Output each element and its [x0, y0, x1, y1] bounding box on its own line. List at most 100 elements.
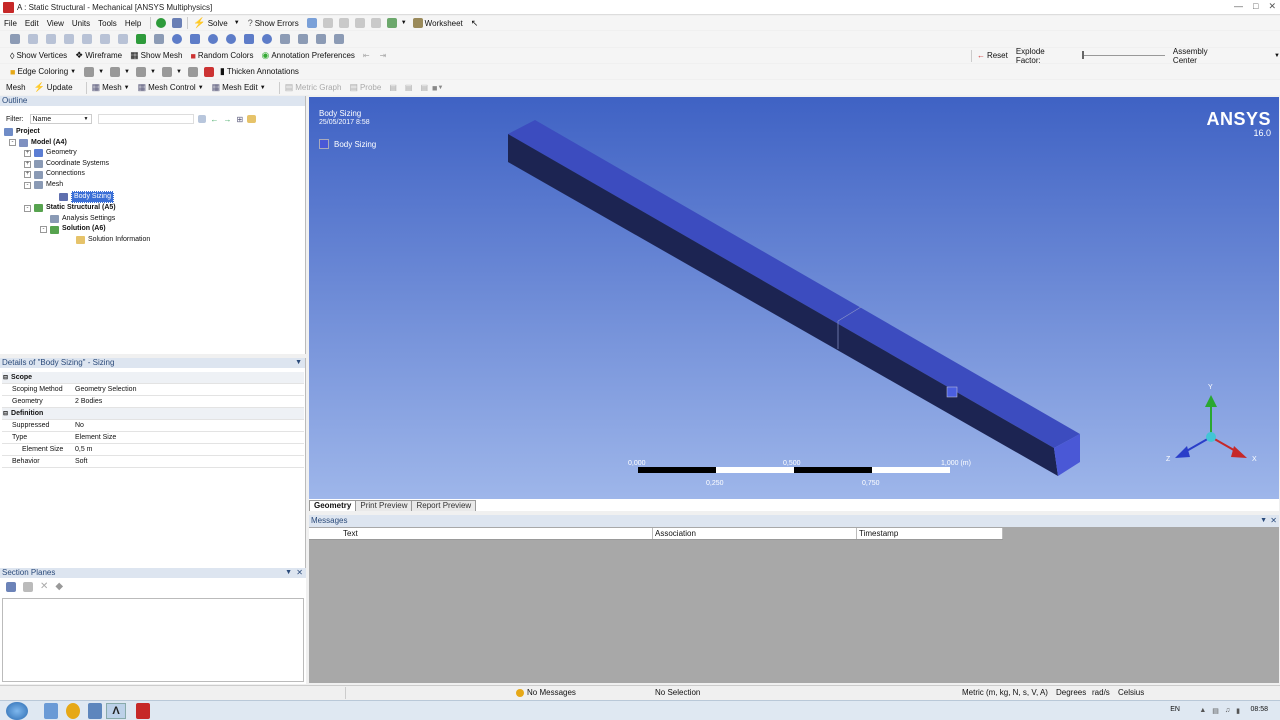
battery-icon[interactable]: ▮	[1236, 707, 1240, 715]
zoom-fit-icon[interactable]	[244, 34, 254, 44]
network-icon[interactable]: ▤	[1212, 707, 1219, 715]
extend-select-icon[interactable]	[118, 34, 128, 44]
worksheet-button[interactable]: Worksheet	[412, 18, 463, 28]
node-select-icon[interactable]	[100, 34, 110, 44]
menu-tools[interactable]: Tools	[98, 19, 117, 28]
chevron-down-icon[interactable]: ▼	[176, 69, 182, 75]
rotate-icon[interactable]	[172, 34, 182, 44]
status-angular-velocity-units[interactable]: rad/s	[1092, 688, 1110, 697]
reset-button[interactable]: ← Reset	[977, 51, 1008, 60]
wireframe-button[interactable]: ❖ Wireframe	[75, 50, 122, 61]
column-association[interactable]: Association	[653, 528, 857, 539]
clock[interactable]: 08:58	[1250, 706, 1268, 713]
pin-icon[interactable]: ▼	[1260, 515, 1267, 527]
viewports-icon[interactable]	[334, 34, 344, 44]
tree-node-mesh[interactable]: - Mesh	[4, 180, 150, 191]
status-messages[interactable]: No Messages	[516, 688, 576, 697]
status-units[interactable]: Metric (m, kg, N, s, V, A)	[962, 688, 1048, 697]
menu-view[interactable]: View	[47, 19, 64, 28]
solve-button[interactable]: ⚡ Solve ▼	[193, 18, 239, 29]
show-vertices-button[interactable]: ◊ Show Vertices	[10, 51, 67, 61]
graphics-viewport[interactable]: Body Sizing 25/05/2017 8:58 Body Sizing …	[309, 97, 1279, 499]
new-section-icon[interactable]	[6, 582, 16, 592]
ansys-taskbar-icon[interactable]: Λ	[106, 702, 126, 719]
start-icon[interactable]	[6, 701, 28, 720]
workbench-icon[interactable]	[88, 702, 102, 719]
update-button[interactable]: ⚡ Update	[34, 82, 73, 93]
menu-file[interactable]: File	[4, 19, 17, 28]
tree-node-connections[interactable]: + Connections	[4, 169, 150, 180]
details-row-type[interactable]: Type Element Size	[2, 432, 304, 444]
expand-icon[interactable]: +	[24, 149, 31, 157]
details-section-definition[interactable]: ⊟ Definition	[2, 408, 304, 420]
collapse-icon[interactable]: -	[24, 181, 31, 189]
collapse-icon[interactable]: -	[40, 226, 47, 234]
select-dropdown-icon[interactable]	[154, 34, 164, 44]
mesh-dropdown[interactable]: ▦ Mesh ▼	[92, 82, 130, 93]
zoom-icon[interactable]	[208, 34, 218, 44]
probe-option2-icon[interactable]: ▤	[405, 83, 413, 92]
filter-select[interactable]: Name ▼	[29, 114, 92, 124]
edit-section-icon[interactable]	[23, 582, 33, 592]
details-row-scoping-method[interactable]: Scoping Method Geometry Selection	[2, 384, 304, 396]
tree-icon[interactable]	[172, 18, 183, 28]
expand-icon[interactable]: +	[24, 171, 31, 179]
minimize-icon[interactable]: —	[1234, 1, 1243, 12]
tree-node-geometry[interactable]: + Geometry	[4, 148, 150, 159]
chrome-icon[interactable]	[66, 702, 80, 719]
assembly-center-select[interactable]: Assembly Center	[1173, 47, 1230, 65]
details-row-geometry[interactable]: Geometry 2 Bodies	[2, 396, 304, 408]
mesh-edit-dropdown[interactable]: ▦ Mesh Edit ▼	[212, 82, 266, 93]
annotation-preferences-button[interactable]: ◉ Annotation Preferences	[261, 50, 354, 61]
status-angle-units[interactable]: Degrees	[1056, 688, 1086, 697]
tray-icons[interactable]: ▲ ▤ ♫ ▮	[1199, 707, 1240, 715]
table-icon[interactable]	[306, 18, 317, 28]
vertex-select-icon[interactable]	[28, 34, 38, 44]
label-icon[interactable]	[370, 18, 381, 28]
expand-icon[interactable]: +	[24, 160, 31, 168]
tab-geometry[interactable]: Geometry	[309, 500, 357, 511]
chevron-down-icon[interactable]: ▼	[98, 69, 104, 75]
image-icon[interactable]	[338, 18, 349, 28]
context-help-icon[interactable]: ↖	[471, 18, 479, 29]
section-planes-list[interactable]	[2, 598, 304, 682]
tree-node-model[interactable]: - Model (A4)	[4, 138, 150, 149]
tree-node-body-sizing[interactable]: Body Sizing	[4, 190, 150, 204]
body-select-icon[interactable]	[82, 34, 92, 44]
collapse-icon[interactable]: -	[24, 204, 31, 212]
language-indicator[interactable]: EN	[1170, 706, 1180, 713]
chevron-down-icon[interactable]: ▼	[437, 85, 443, 91]
column-timestamp[interactable]: Timestamp	[857, 528, 1003, 539]
beam-side-face[interactable]	[508, 134, 1058, 476]
tree-node-solution[interactable]: - Solution (A6)	[4, 224, 150, 235]
details-section-scope[interactable]: ⊟ Scope	[2, 372, 304, 384]
next-view-icon[interactable]	[298, 34, 308, 44]
tree-view-icon[interactable]: ⊞	[237, 115, 244, 124]
expand-all-icon[interactable]: ←	[211, 115, 219, 124]
chevron-down-icon[interactable]: ▼	[124, 69, 130, 75]
edge-coloring-button[interactable]: ■ Edge Coloring ▼	[10, 67, 76, 77]
show-plane-icon[interactable]: ◆	[55, 582, 63, 592]
details-row-element-size[interactable]: Element Size 0,5 m	[2, 444, 304, 456]
chevron-down-icon[interactable]: ▼	[150, 69, 156, 75]
tab-print-preview[interactable]: Print Preview	[355, 500, 413, 511]
edge-red-icon[interactable]	[203, 66, 214, 77]
edge-style-icon[interactable]	[84, 66, 95, 77]
tree-node-project[interactable]: Project	[4, 127, 150, 138]
text-icon[interactable]	[354, 18, 365, 28]
edge-width-icon[interactable]	[110, 66, 121, 77]
menu-edit[interactable]: Edit	[25, 19, 39, 28]
details-row-behavior[interactable]: Behavior Soft	[2, 456, 304, 468]
collapse-all-icon[interactable]: →	[224, 115, 232, 124]
edge-display-icon[interactable]	[161, 66, 172, 77]
close-icon[interactable]: ✕	[1268, 1, 1276, 12]
close-icon[interactable]: ✕	[296, 568, 303, 578]
menu-help[interactable]: Help	[125, 19, 141, 28]
mechanical-taskbar-icon[interactable]	[136, 702, 150, 719]
image-capture-icon[interactable]	[386, 18, 397, 28]
explode-factor-slider[interactable]	[1082, 51, 1165, 59]
menu-units[interactable]: Units	[72, 19, 90, 28]
probe-option3-icon[interactable]: ▤	[420, 83, 428, 92]
probe-option-icon[interactable]: ▤	[389, 83, 397, 92]
tray-arrow-icon[interactable]: ▲	[1199, 707, 1206, 715]
